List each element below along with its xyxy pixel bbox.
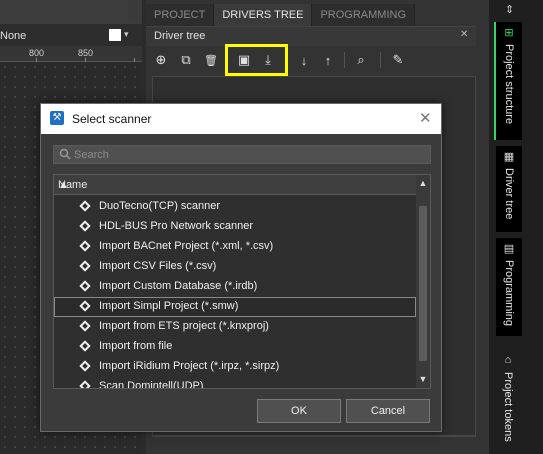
project-structure-icon: ⊞ <box>504 27 514 39</box>
panel-header: Driver tree <box>146 26 476 46</box>
list-item-label: Import iRidium Project (*.irpz, *.sirpz) <box>99 360 280 372</box>
side-tab-label: Project structure <box>503 44 515 125</box>
diamond-icon <box>79 340 91 352</box>
diamond-icon <box>79 360 91 372</box>
add-icon[interactable]: ⊕ <box>151 50 171 70</box>
tab-project[interactable]: PROJECT <box>146 4 215 26</box>
properties-strip <box>152 436 476 454</box>
tokens-icon: ⌂ <box>504 354 512 366</box>
side-tab-project-tokens[interactable]: ⌂ Project tokens <box>494 350 522 450</box>
list-item[interactable]: Import BACnet Project (*.xml, *.csv) <box>54 237 416 257</box>
side-tab-label: Programming <box>503 260 515 327</box>
search-input[interactable] <box>74 147 424 162</box>
toolbar-divider <box>344 52 345 68</box>
panel-tabs: PROJECT DRIVERS TREE PROGRAMMING <box>146 4 415 26</box>
diamond-icon <box>79 380 91 388</box>
highlight-box <box>225 44 288 76</box>
side-tab-label: Project tokens <box>502 372 514 442</box>
diamond-icon <box>79 280 91 292</box>
list-item[interactable]: DuoTecno(TCP) scanner <box>54 197 416 217</box>
list-item-label: DuoTecno(TCP) scanner <box>99 200 221 212</box>
select-scanner-dialog: ⚒ Select scanner ✕ Name ▲ DuoTecno(TCP) … <box>40 103 442 432</box>
delete-icon[interactable]: 🗑 <box>201 50 221 70</box>
scrollbar-thumb[interactable] <box>419 206 427 361</box>
list-item[interactable]: Import CSV Files (*.csv) <box>54 257 416 277</box>
diamond-icon <box>79 260 91 272</box>
resize-icon[interactable]: ⇕ <box>505 3 514 16</box>
side-tab-label: Driver tree <box>503 168 515 220</box>
side-tab-programming[interactable]: ▤ Programming <box>494 238 522 336</box>
search-field[interactable] <box>53 145 431 164</box>
sort-ascending-icon[interactable]: ▲ <box>58 179 69 191</box>
close-icon[interactable]: ✕ <box>460 29 468 40</box>
list-item[interactable]: HDL-BUS Pro Network scanner <box>54 217 416 237</box>
list-item-label: Scan Domintell(UDP) <box>99 380 204 389</box>
clean-icon[interactable]: ✎ <box>388 50 408 70</box>
search-icon[interactable]: ⌕ <box>351 50 371 70</box>
duplicate-icon[interactable]: ⧉ <box>176 50 196 70</box>
list-item[interactable]: Import Custom Database (*.irdb) <box>54 277 416 297</box>
side-tab-driver-tree[interactable]: ▦ Driver tree <box>494 146 522 232</box>
list-item-label: Import Simpl Project (*.smw) <box>99 300 239 312</box>
ok-button[interactable]: OK <box>257 399 341 423</box>
tab-programming[interactable]: PROGRAMMING <box>312 4 415 26</box>
list-item-label: Import Custom Database (*.irdb) <box>99 280 258 292</box>
panel-title: Driver tree <box>154 30 206 42</box>
programming-icon: ▤ <box>503 243 515 255</box>
canvas-scrollbar[interactable] <box>128 0 142 20</box>
list-item-selected[interactable]: Import Simpl Project (*.smw) <box>54 297 416 317</box>
move-down-icon[interactable]: ↓ <box>294 50 314 70</box>
chevron-down-icon[interactable]: ▾ <box>124 29 129 40</box>
list-item-label: HDL-BUS Pro Network scanner <box>99 220 254 232</box>
list-item[interactable]: Import from file <box>54 337 416 357</box>
app-icon: ⚒ <box>50 111 64 125</box>
list-item[interactable]: Import from ETS project (*.knxproj) <box>54 317 416 337</box>
ruler-label: 800 <box>29 48 45 58</box>
diamond-icon <box>79 300 91 312</box>
list-item-label: Import BACnet Project (*.xml, *.csv) <box>99 240 274 252</box>
list-item-label: Import CSV Files (*.csv) <box>99 260 217 272</box>
cancel-button[interactable]: Cancel <box>346 399 430 423</box>
color-swatch[interactable] <box>109 29 121 41</box>
side-tab-project-structure[interactable]: ⊞ Project structure <box>494 22 522 140</box>
ruler-label: 850 <box>78 48 94 58</box>
scroll-down-icon[interactable]: ▼ <box>416 374 430 384</box>
tab-drivers-tree[interactable]: DRIVERS TREE <box>214 4 313 26</box>
dialog-titlebar: ⚒ Select scanner ✕ <box>41 104 441 134</box>
driver-tree-icon: ▦ <box>503 151 515 163</box>
list-item-label: Import from ETS project (*.knxproj) <box>99 320 269 332</box>
scanner-list: Name ▲ DuoTecno(TCP) scanner HDL-BUS Pro… <box>53 174 431 389</box>
search-icon <box>59 148 71 160</box>
diamond-icon <box>79 240 91 252</box>
column-header-name[interactable]: Name ▲ <box>54 175 416 195</box>
list-item[interactable]: Scan Domintell(UDP) <box>54 377 416 389</box>
dialog-title: Select scanner <box>72 112 152 126</box>
list-item-label: Import from file <box>99 340 173 352</box>
toolbar-divider <box>380 52 381 68</box>
diamond-icon <box>79 200 91 212</box>
list-item[interactable]: Import iRidium Project (*.irpz, *.sirpz) <box>54 357 416 377</box>
zoom-combo-value[interactable]: None <box>0 30 26 42</box>
move-up-icon[interactable]: ↑ <box>318 50 338 70</box>
list-scrollbar[interactable]: ▲ ▼ <box>416 175 430 388</box>
diamond-icon <box>79 220 91 232</box>
close-icon[interactable]: ✕ <box>419 109 432 127</box>
horizontal-ruler <box>0 46 142 62</box>
diamond-icon <box>79 320 91 332</box>
scroll-up-icon[interactable]: ▲ <box>416 178 430 188</box>
